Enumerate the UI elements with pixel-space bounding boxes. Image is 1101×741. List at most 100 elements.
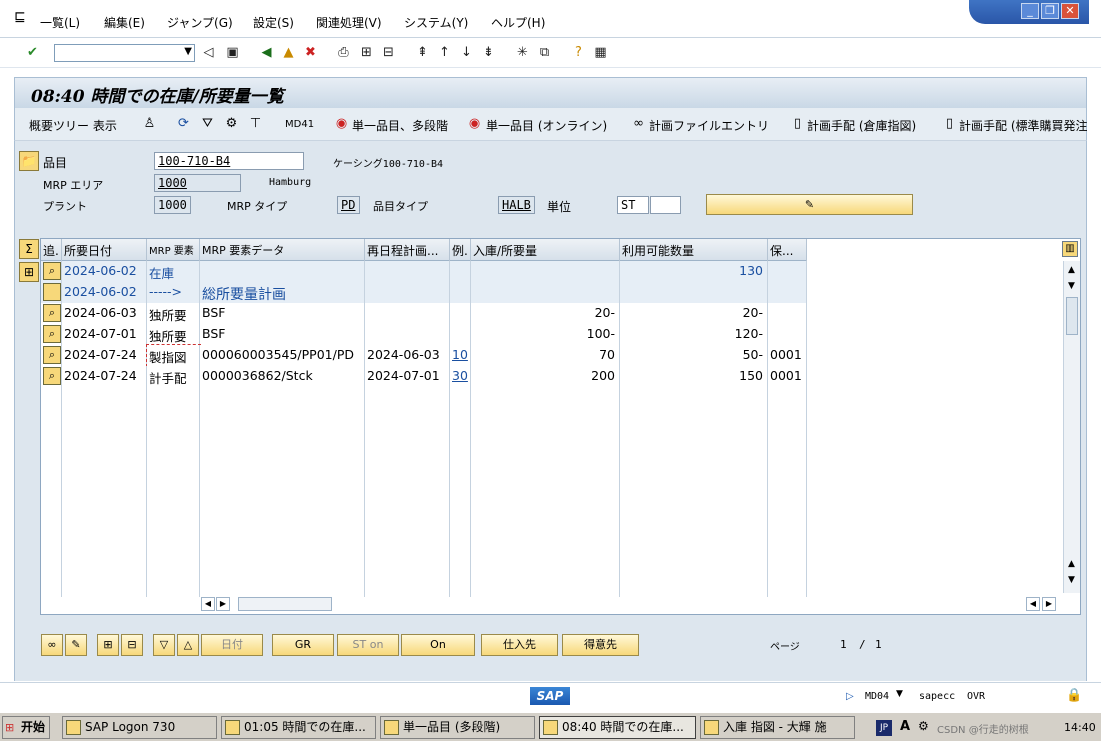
- table-cell[interactable]: 10: [450, 345, 471, 366]
- col-receipt-requirement[interactable]: 入庫/所要量: [471, 239, 620, 261]
- vertical-scrollbar[interactable]: ▲ ▼ ▲ ▼: [1063, 261, 1080, 593]
- status-expand-icon[interactable]: ▷: [846, 691, 854, 702]
- edit-button[interactable]: ✎: [706, 194, 913, 215]
- scroll-thumb[interactable]: [238, 597, 332, 611]
- ime-icon[interactable]: A: [900, 719, 910, 734]
- col-add[interactable]: 追.: [41, 239, 62, 261]
- save-icon[interactable]: ▣: [224, 44, 241, 61]
- customer-button[interactable]: 得意先: [562, 634, 639, 656]
- scroll-thumb[interactable]: [1066, 297, 1078, 335]
- md41-button[interactable]: MD41: [285, 119, 314, 130]
- taskbar-item-single-multi[interactable]: 単一品目 (多段階): [380, 716, 535, 739]
- user-icon[interactable]: ♙: [141, 115, 158, 132]
- taskbar-item-sap-logon[interactable]: SAP Logon 730: [62, 716, 217, 739]
- gr-button[interactable]: GR: [272, 634, 334, 656]
- menu-edit[interactable]: 編集(E): [104, 14, 145, 31]
- single-item-multi-button[interactable]: 単一品目、多段階: [352, 117, 448, 134]
- scroll-right-icon[interactable]: ▶: [216, 597, 230, 611]
- menu-environment[interactable]: 関連処理(V): [316, 14, 382, 31]
- col-storage[interactable]: 保...: [768, 239, 807, 261]
- detail-icon[interactable]: ⌕: [43, 325, 61, 343]
- taskbar-item-goods-receipt[interactable]: 入庫 指図 - 大輝 施: [700, 716, 855, 739]
- plan-order-std-button[interactable]: 計画手配 (標準購買発注: [959, 117, 1087, 134]
- mrp-area-field[interactable]: 1000: [154, 174, 241, 192]
- detail-icon[interactable]: ⌕: [43, 304, 61, 322]
- tree-display-button[interactable]: 概要ツリー 表示: [29, 117, 117, 134]
- single-item-online-icon[interactable]: ◉: [466, 115, 483, 132]
- detail-icon[interactable]: ⌕: [43, 346, 61, 364]
- table-cell[interactable]: [450, 282, 471, 303]
- command-field[interactable]: ▼: [54, 44, 195, 62]
- menu-goto[interactable]: ジャンプ(G): [167, 14, 233, 31]
- back-icon[interactable]: ◀: [258, 44, 275, 61]
- scroll-down-icon[interactable]: ▼: [1068, 281, 1075, 291]
- new-session-icon[interactable]: ✳: [514, 44, 531, 61]
- plan-file-button[interactable]: 計画ファイルエントリ: [649, 117, 769, 134]
- detail-icon[interactable]: ⌕: [43, 367, 61, 385]
- st-on-button[interactable]: ST on: [337, 634, 399, 656]
- arrow-left-icon[interactable]: ◁: [200, 44, 217, 61]
- table-cell[interactable]: [450, 303, 471, 324]
- restore-button[interactable]: ❐: [1041, 3, 1059, 19]
- first-page-icon[interactable]: ⇞: [414, 44, 431, 61]
- ime-mode-icon[interactable]: ⚙: [918, 719, 929, 733]
- layout-menu-icon[interactable]: ▦: [592, 44, 609, 61]
- table-cell[interactable]: [450, 324, 471, 345]
- prev-page-icon[interactable]: ↑: [436, 44, 453, 61]
- detail-icon[interactable]: ⌕: [43, 262, 61, 280]
- enter-icon[interactable]: ✔: [24, 44, 41, 61]
- scroll-up-icon[interactable]: ▲: [1068, 559, 1075, 569]
- scroll-left-icon[interactable]: ◀: [201, 597, 215, 611]
- date-button[interactable]: 日付: [201, 634, 263, 656]
- menu-list[interactable]: 一覧(L): [40, 14, 80, 31]
- table-cell[interactable]: 30: [450, 366, 471, 387]
- material-folder-icon[interactable]: 📁: [19, 151, 39, 171]
- chevron-down-icon[interactable]: ▼: [184, 46, 192, 57]
- plan-order-warehouse-button[interactable]: 計画手配 (倉庫指図): [807, 117, 916, 134]
- document-icon[interactable]: ▯: [941, 115, 958, 132]
- col-reschedule[interactable]: 再日程計画...: [365, 239, 450, 261]
- layout-icon[interactable]: ⊞: [19, 262, 39, 282]
- glasses-icon[interactable]: ∞: [630, 115, 647, 132]
- filter-icon[interactable]: ⛛: [199, 115, 216, 132]
- sort-up-button[interactable]: △: [177, 634, 199, 656]
- taskbar-item-stock-list-2[interactable]: 08:40 時間での在庫...: [539, 716, 696, 739]
- scroll-right-icon[interactable]: ▶: [1042, 597, 1056, 611]
- cancel-icon[interactable]: ✖: [302, 44, 319, 61]
- menu-system[interactable]: システム(Y): [404, 14, 468, 31]
- column-settings-icon[interactable]: ▥: [1062, 241, 1078, 257]
- sort-down-button[interactable]: ▽: [153, 634, 175, 656]
- scroll-down-icon[interactable]: ▼: [1068, 575, 1075, 585]
- next-page-icon[interactable]: ↓: [458, 44, 475, 61]
- single-item-online-button[interactable]: 単一品目 (オンライン): [486, 117, 607, 134]
- menu-help[interactable]: ヘルプ(H): [491, 14, 545, 31]
- menu-settings[interactable]: 設定(S): [253, 14, 294, 31]
- document-icon[interactable]: ▯: [789, 115, 806, 132]
- minimize-button[interactable]: _: [1021, 3, 1039, 19]
- col-mrp-element[interactable]: MRP 要素: [147, 239, 200, 261]
- last-page-icon[interactable]: ⇟: [480, 44, 497, 61]
- scroll-up-icon[interactable]: ▲: [1068, 265, 1075, 275]
- close-button[interactable]: ✕: [1061, 3, 1079, 19]
- pencil-button[interactable]: ✎: [65, 634, 87, 656]
- horizontal-scrollbar[interactable]: ◀ ▶ ◀ ▶: [201, 596, 1081, 612]
- sum-icon[interactable]: Σ: [19, 239, 39, 259]
- material-field[interactable]: 100-710-B4: [154, 152, 304, 170]
- col-mrp-element-data[interactable]: MRP 要素データ: [200, 239, 365, 261]
- refresh-icon[interactable]: ⟳: [175, 115, 192, 132]
- on-button[interactable]: On: [401, 634, 475, 656]
- system-menu-icon[interactable]: ⊑: [14, 10, 28, 24]
- taskbar-item-stock-list-1[interactable]: 01:05 時間での在庫...: [221, 716, 376, 739]
- table-cell[interactable]: [450, 261, 471, 282]
- scroll-left-icon[interactable]: ◀: [1026, 597, 1040, 611]
- expand-tree-button[interactable]: ⊞: [97, 634, 119, 656]
- vendor-button[interactable]: 仕入先: [481, 634, 558, 656]
- shortcut-icon[interactable]: ⧉: [536, 44, 553, 61]
- filter-reset-icon[interactable]: ⊤: [247, 115, 264, 132]
- print-icon[interactable]: ⎙: [335, 44, 352, 61]
- find-icon[interactable]: ⊞: [358, 44, 375, 61]
- col-exception[interactable]: 例.: [450, 239, 471, 261]
- help-icon[interactable]: ?: [570, 44, 587, 61]
- chevron-down-icon[interactable]: ▼: [896, 689, 903, 699]
- exit-icon[interactable]: ▲: [280, 44, 297, 61]
